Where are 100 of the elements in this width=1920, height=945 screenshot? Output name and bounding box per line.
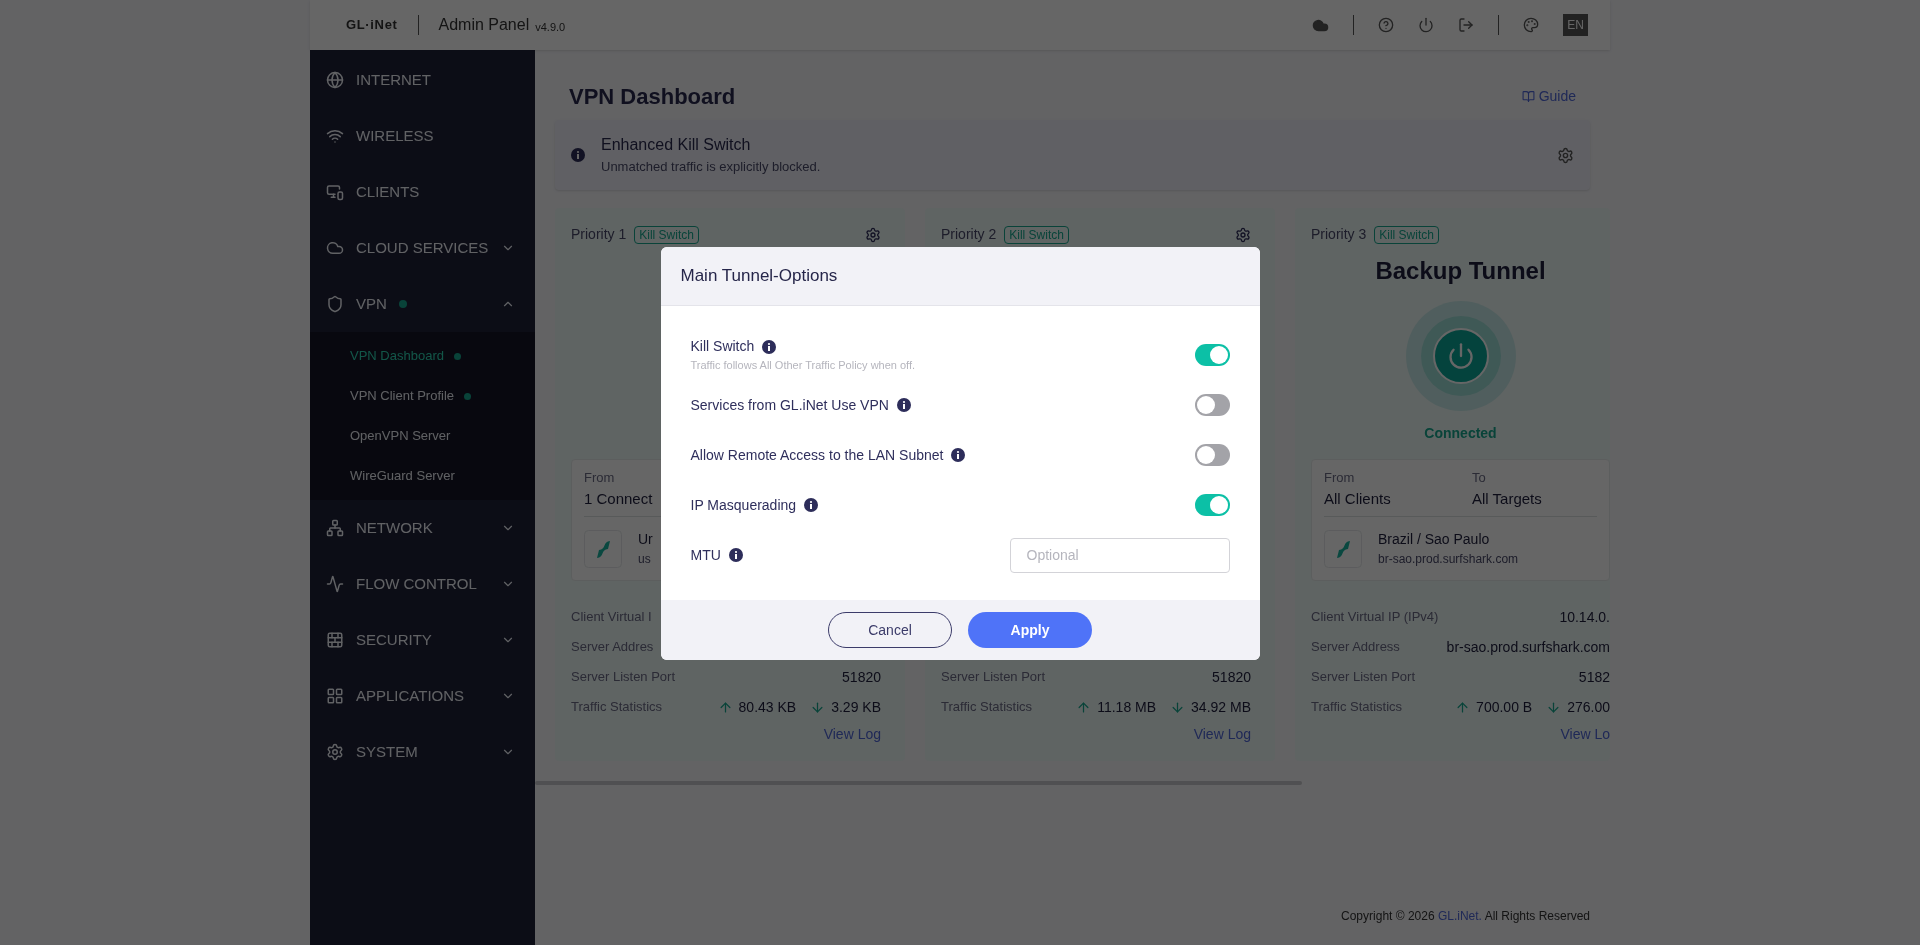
- settings-icon[interactable]: [865, 226, 881, 243]
- upload-value: 80.43 KB: [738, 697, 797, 717]
- info-icon[interactable]: [762, 339, 777, 354]
- server-location: Ur: [638, 530, 653, 549]
- from-label: From: [584, 469, 616, 487]
- settings-icon[interactable]: [1235, 226, 1251, 243]
- kill-switch-tag: Kill Switch: [1374, 225, 1439, 244]
- sidebar-item[interactable]: CLIENTS: [310, 164, 535, 220]
- submenu-label: WireGuard Server: [350, 467, 455, 486]
- copyright-link[interactable]: GL.iNet.: [1437, 909, 1482, 923]
- stat-value: 10.14.0.: [1559, 607, 1610, 627]
- to-label: To: [1472, 469, 1487, 487]
- upload-value: 11.18 MB: [1097, 697, 1157, 717]
- brick-wall-icon: [326, 631, 344, 649]
- settings-icon: [326, 743, 344, 761]
- sidebar-item-label: VPN: [356, 293, 387, 314]
- help-icon[interactable]: [1378, 17, 1395, 33]
- kill-switch-tag: Kill Switch: [634, 225, 699, 244]
- dialog-title: Main Tunnel-Options: [680, 265, 838, 288]
- info-icon[interactable]: [728, 548, 743, 562]
- stat-value: 51820: [1212, 667, 1251, 687]
- from-label: From: [1324, 469, 1356, 487]
- mtu-input[interactable]: Optional: [1009, 537, 1230, 573]
- copyright-text: Copyright © 2026 GL.iNet. All Rights Reserved: [1341, 908, 1590, 925]
- sidebar-item[interactable]: VPN: [310, 276, 535, 332]
- sidebar-item[interactable]: NETWORK: [310, 500, 535, 556]
- sidebar-item-label: INTERNET: [356, 69, 431, 90]
- stat-label: Server Listen Port: [571, 668, 676, 687]
- view-log-link[interactable]: View Log: [1193, 724, 1251, 745]
- download-arrow-icon: [1546, 699, 1562, 715]
- toggle-switch[interactable]: [1194, 494, 1230, 516]
- stat-label: Client Virtual IP (IPv4): [1311, 608, 1439, 627]
- version-label: v4.9.0: [535, 19, 566, 35]
- toggle-switch[interactable]: [1194, 444, 1230, 466]
- sidebar-item[interactable]: INTERNET: [310, 52, 535, 108]
- stat-label: Server Listen Port: [941, 668, 1046, 687]
- cloud-icon: [326, 239, 344, 257]
- upload-value: 700.00 B: [1476, 697, 1533, 717]
- apply-button[interactable]: Apply: [968, 612, 1092, 648]
- info-icon[interactable]: [804, 498, 819, 512]
- option-label: Kill Switch: [690, 337, 755, 357]
- tunnel-title: Backup Tunnel: [1375, 256, 1546, 286]
- submenu-item[interactable]: VPN Client Profile: [310, 376, 535, 416]
- logout-icon[interactable]: [1458, 17, 1475, 33]
- power-icon[interactable]: [1418, 17, 1435, 33]
- sidebar-item[interactable]: CLOUD SERVICES: [310, 220, 535, 276]
- guide-link[interactable]: Guide: [1521, 86, 1576, 107]
- banner-text: Unmatched traffic is explicitly blocked.: [601, 158, 821, 177]
- view-log-link[interactable]: View Log: [823, 724, 881, 745]
- info-icon[interactable]: [896, 398, 911, 412]
- option-hint: Traffic follows All Other Traffic Policy when off.: [690, 358, 916, 374]
- submenu-item[interactable]: VPN Dashboard: [310, 336, 535, 376]
- settings-icon[interactable]: [1557, 146, 1574, 164]
- sidebar-item[interactable]: SECURITY: [310, 612, 535, 668]
- connection-status: Connected: [1424, 424, 1497, 443]
- shield-icon: [326, 295, 344, 313]
- download-value: 276.00: [1567, 697, 1610, 717]
- sidebar-item-label: NETWORK: [356, 517, 433, 538]
- download-arrow-icon: [1170, 699, 1186, 715]
- sidebar-item[interactable]: FLOW CONTROL: [310, 556, 535, 612]
- sidebar-item-label: CLOUD SERVICES: [356, 237, 489, 258]
- power-icon: [1446, 342, 1475, 370]
- sidebar-item-label: SECURITY: [356, 629, 432, 650]
- download-value: 3.29 KB: [831, 697, 881, 717]
- sidebar-item[interactable]: APPLICATIONS: [310, 668, 535, 724]
- sidebar-item-label: CLIENTS: [356, 181, 420, 202]
- stat-value: br-sao.prod.surfshark.com: [1446, 637, 1610, 657]
- view-log-link[interactable]: View Lo: [1560, 724, 1610, 745]
- priority-label: Priority 3: [1311, 225, 1367, 244]
- download-value: 34.92 MB: [1191, 697, 1251, 717]
- from-value: All Clients: [1324, 488, 1391, 509]
- submenu-item[interactable]: WireGuard Server: [310, 456, 535, 496]
- from-value: 1 Connect: [584, 488, 653, 509]
- sidebar-item-label: APPLICATIONS: [356, 685, 465, 706]
- panel-title: Admin Panel: [438, 15, 530, 35]
- server-logo-icon: [584, 529, 622, 568]
- priority-label: Priority 2: [941, 225, 997, 244]
- stat-label: Traffic Statistics: [571, 698, 663, 717]
- server-host: us: [638, 551, 652, 568]
- submenu-item[interactable]: OpenVPN Server: [310, 416, 535, 456]
- sidebar-item-label: WIRELESS: [356, 125, 434, 146]
- wifi-icon: [326, 127, 344, 145]
- sidebar-item[interactable]: SYSTEM: [310, 724, 535, 780]
- server-location: Brazil / Sao Paulo: [1378, 530, 1491, 549]
- submenu-label: VPN Dashboard: [350, 347, 444, 366]
- stat-label: Server Address: [1311, 638, 1400, 657]
- sidebar-item[interactable]: WIRELESS: [310, 108, 535, 164]
- option-label: IP Masquerading: [690, 495, 797, 515]
- download-arrow-icon: [810, 699, 826, 715]
- banner-title: Enhanced Kill Switch: [601, 135, 752, 156]
- server-logo-icon: [1324, 529, 1362, 568]
- sidebar-item-label: FLOW CONTROL: [356, 573, 477, 594]
- language-button[interactable]: EN: [1563, 14, 1588, 36]
- toggle-switch[interactable]: [1194, 344, 1230, 366]
- info-icon[interactable]: [951, 448, 966, 462]
- server-host: br-sao.prod.surfshark.com: [1378, 551, 1519, 568]
- network-icon: [326, 519, 344, 537]
- toggle-switch[interactable]: [1194, 394, 1230, 416]
- globe-icon: [326, 71, 344, 89]
- palette-icon[interactable]: [1523, 17, 1540, 33]
